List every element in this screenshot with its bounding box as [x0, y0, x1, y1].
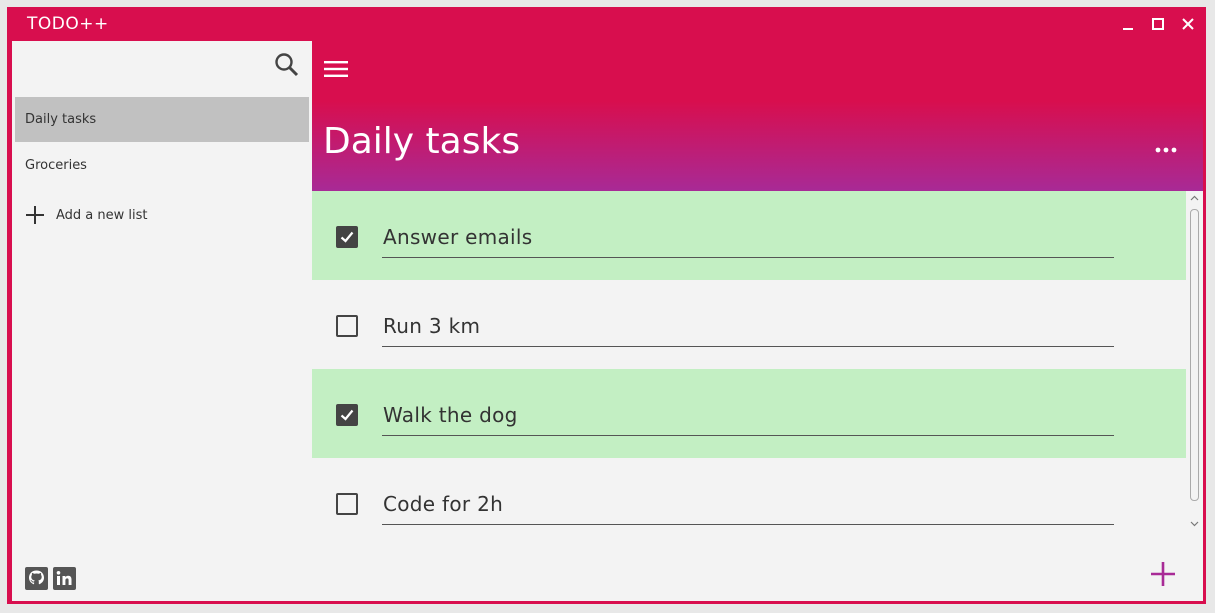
sidebar-item-label: Daily tasks	[25, 112, 97, 127]
list-header: Daily tasks	[312, 41, 1203, 191]
app-window: TODO++ Daily tasks Groceries Add a new l…	[7, 7, 1206, 604]
task-underline	[382, 435, 1114, 436]
checkmark-icon	[340, 409, 354, 421]
scrollbar-thumb[interactable]	[1190, 209, 1199, 501]
task-checkbox[interactable]	[336, 404, 358, 426]
task-row: Answer emails	[312, 191, 1186, 280]
scrollbar[interactable]	[1186, 191, 1203, 531]
sidebar-item-daily-tasks[interactable]: Daily tasks	[15, 97, 309, 142]
app-title: TODO++	[27, 14, 109, 34]
linkedin-link[interactable]	[53, 567, 76, 590]
plus-icon	[1151, 562, 1175, 586]
sidebar-item-groceries[interactable]: Groceries	[15, 143, 309, 188]
search-icon	[275, 53, 299, 77]
add-task-button[interactable]	[1148, 559, 1178, 589]
menu-button[interactable]	[322, 55, 350, 83]
task-row: Code for 2h	[312, 458, 1186, 531]
task-underline	[382, 346, 1114, 347]
list-title: Daily tasks	[323, 121, 521, 162]
chevron-up-icon	[1190, 195, 1199, 201]
hamburger-menu-icon	[324, 61, 348, 77]
task-checkbox[interactable]	[336, 493, 358, 515]
task-text[interactable]: Code for 2h	[383, 492, 503, 516]
sidebar: Daily tasks Groceries Add a new list	[12, 41, 312, 601]
task-checkbox[interactable]	[336, 226, 358, 248]
maximize-button[interactable]	[1145, 11, 1171, 37]
task-checkbox[interactable]	[336, 315, 358, 337]
close-icon	[1182, 18, 1194, 30]
minimize-icon	[1123, 28, 1133, 30]
checkmark-icon	[340, 231, 354, 243]
task-underline	[382, 257, 1114, 258]
more-horizontal-icon	[1155, 147, 1177, 153]
task-row: Walk the dog	[312, 369, 1186, 458]
github-icon	[29, 570, 44, 585]
task-row: Run 3 km	[312, 280, 1186, 369]
scroll-up-button[interactable]	[1186, 191, 1203, 205]
add-list-button[interactable]: Add a new list	[25, 205, 148, 225]
task-text[interactable]: Walk the dog	[383, 403, 518, 427]
main-panel: Daily tasks Answer emails Run 3 km Walk …	[312, 41, 1203, 601]
maximize-icon	[1152, 18, 1164, 30]
close-button[interactable]	[1175, 11, 1201, 37]
add-list-label: Add a new list	[56, 207, 148, 223]
github-link[interactable]	[25, 567, 48, 590]
task-list: Answer emails Run 3 km Walk the dog Code…	[312, 191, 1186, 531]
chevron-down-icon	[1190, 521, 1199, 527]
task-underline	[382, 524, 1114, 525]
more-options-button[interactable]	[1150, 139, 1182, 161]
minimize-button[interactable]	[1115, 11, 1141, 37]
sidebar-item-label: Groceries	[25, 158, 87, 173]
task-text[interactable]: Answer emails	[383, 225, 533, 249]
linkedin-icon	[56, 571, 72, 585]
title-bar: TODO++	[7, 7, 1206, 41]
search-button[interactable]	[271, 49, 303, 81]
plus-icon	[26, 206, 44, 224]
task-text[interactable]: Run 3 km	[383, 314, 480, 338]
scroll-down-button[interactable]	[1186, 517, 1203, 531]
